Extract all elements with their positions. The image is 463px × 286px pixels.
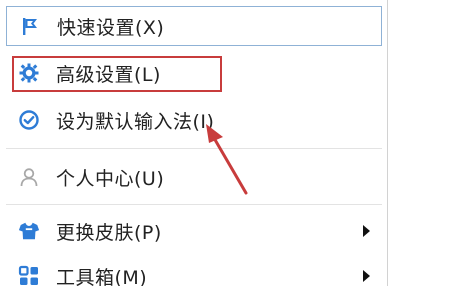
menu-item-set-default-ime[interactable]: 设为默认输入法(I) — [6, 100, 382, 140]
menu-item-toolbox[interactable]: 工具箱(M) — [6, 256, 382, 286]
menu-item-label: 工具箱(M) — [56, 266, 148, 286]
submenu-arrow-icon — [363, 270, 370, 282]
menu-item-personal-center[interactable]: 个人中心(U) — [6, 157, 382, 197]
menu-item-quick-settings[interactable]: 快速设置(X) — [6, 6, 382, 46]
user-icon — [18, 166, 40, 188]
menu-item-label: 设为默认输入法(I) — [56, 110, 215, 133]
context-menu: 快速设置(X) 高级设置(L) 设为默认输入法(I) 个人中心(U) 更换皮肤(… — [0, 0, 388, 286]
submenu-arrow-icon — [363, 225, 370, 237]
flag-icon — [19, 15, 41, 37]
menu-item-label: 快速设置(X) — [57, 16, 165, 39]
check-circle-icon — [18, 109, 40, 131]
menu-separator — [6, 204, 382, 205]
menu-item-change-skin[interactable]: 更换皮肤(P) — [6, 211, 382, 251]
gear-icon — [18, 62, 40, 84]
grid-icon — [18, 265, 40, 286]
shirt-icon — [18, 220, 40, 242]
menu-item-label: 更换皮肤(P) — [56, 221, 162, 244]
menu-item-label: 个人中心(U) — [56, 167, 165, 190]
menu-item-label: 高级设置(L) — [56, 63, 161, 86]
menu-separator — [6, 148, 382, 149]
menu-item-advanced-settings[interactable]: 高级设置(L) — [6, 53, 382, 93]
screenshot-stage: 快速设置(X) 高级设置(L) 设为默认输入法(I) 个人中心(U) 更换皮肤(… — [0, 0, 463, 286]
